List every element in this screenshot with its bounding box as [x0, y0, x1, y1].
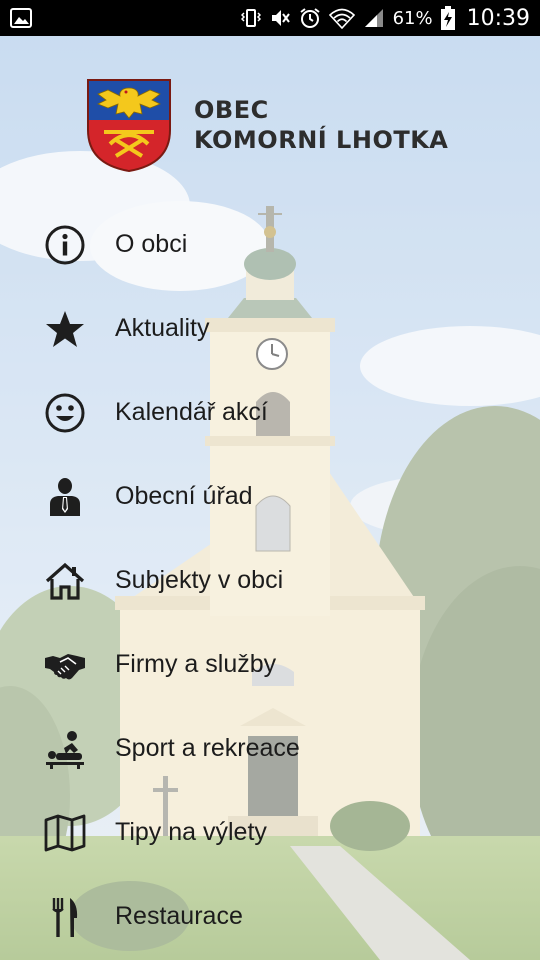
- info-icon: [44, 224, 86, 266]
- menu-label: Subjekty v obci: [115, 565, 284, 594]
- menu-item-o-obci[interactable]: O obci: [0, 202, 540, 286]
- title-line-2: KOMORNÍ LHOTKA: [194, 126, 449, 154]
- star-icon: [44, 308, 86, 350]
- menu-item-aktuality[interactable]: Aktuality: [0, 286, 540, 370]
- battery-percent: 61%: [392, 7, 433, 29]
- battery-charging-icon: [440, 6, 455, 30]
- mute-icon: [269, 7, 291, 29]
- menu-item-kalendar-akci[interactable]: Kalendář akcí: [0, 370, 540, 454]
- vibrate-icon: [240, 7, 261, 29]
- person-tie-icon: [44, 476, 86, 518]
- navigation-menu: O obci Aktuality Kalendář akcí Obecní úř…: [0, 202, 540, 958]
- menu-item-subjekty-v-obci[interactable]: Subjekty v obci: [0, 538, 540, 622]
- wifi-icon: [328, 7, 355, 29]
- menu-item-sport-a-rekreace[interactable]: Sport a rekreace: [0, 706, 540, 790]
- home-icon: [44, 560, 86, 602]
- map-icon: [44, 812, 86, 854]
- handshake-icon: [44, 644, 86, 686]
- menu-item-firmy-a-sluzby[interactable]: Firmy a služby: [0, 622, 540, 706]
- app-header: OBEC KOMORNÍ LHOTKA: [86, 78, 448, 173]
- menu-item-tipy-na-vylety[interactable]: Tipy na výlety: [0, 790, 540, 874]
- coat-of-arms-icon: [86, 78, 172, 173]
- app-title: OBEC KOMORNÍ LHOTKA: [194, 95, 448, 155]
- clock: 10:39: [466, 5, 530, 31]
- menu-label: Aktuality: [115, 313, 210, 342]
- title-line-1: OBEC: [194, 96, 269, 124]
- menu-label: O obci: [115, 229, 188, 258]
- menu-item-obecni-urad[interactable]: Obecní úřad: [0, 454, 540, 538]
- menu-label: Tipy na výlety: [115, 817, 267, 846]
- massage-icon: [44, 728, 86, 770]
- menu-item-restaurace[interactable]: Restaurace: [0, 874, 540, 958]
- menu-label: Sport a rekreace: [115, 733, 300, 762]
- smiley-icon: [44, 392, 86, 434]
- menu-label: Kalendář akcí: [115, 397, 268, 426]
- alarm-icon: [299, 7, 321, 29]
- image-notification-icon: [10, 7, 32, 29]
- menu-label: Obecní úřad: [115, 481, 253, 510]
- menu-label: Restaurace: [115, 901, 243, 930]
- cell-signal-icon: [363, 7, 385, 29]
- menu-label: Firmy a služby: [115, 649, 277, 678]
- cutlery-icon: [44, 896, 86, 938]
- status-bar: 61% 10:39: [0, 0, 540, 36]
